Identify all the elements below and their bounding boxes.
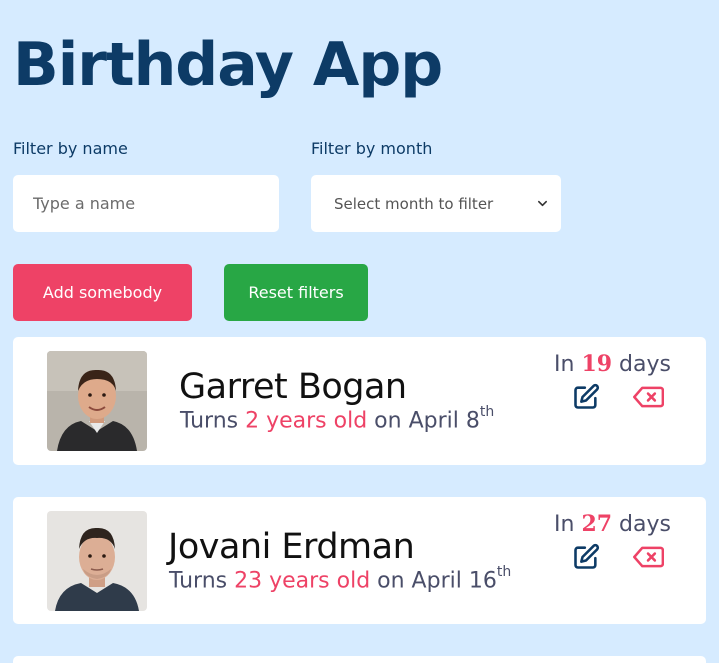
page: Birthday App Filter by name Filter by mo… <box>0 0 719 663</box>
date-text: on April 16 <box>370 568 497 594</box>
age-text: 23 years old <box>234 568 371 594</box>
days-count: 19 <box>581 351 613 377</box>
days-count: 27 <box>581 511 613 537</box>
days-suffix: days <box>612 512 671 537</box>
birthday-info: Turns 2 years old on April 8th <box>180 404 495 434</box>
age-text: 2 years old <box>245 408 368 434</box>
month-filter-select[interactable]: Select month to filter <box>311 175 561 232</box>
delete-icon[interactable] <box>632 383 664 411</box>
turns-prefix: Turns <box>169 568 235 594</box>
app-title: Birthday App <box>13 30 443 100</box>
reset-filters-button[interactable]: Reset filters <box>224 264 368 321</box>
person-card <box>13 656 706 663</box>
month-select-value: Select month to filter <box>334 194 494 213</box>
person-name: Jovani Erdman <box>168 527 415 567</box>
add-somebody-button[interactable]: Add somebody <box>13 264 192 321</box>
days-until: In 27 days <box>554 511 671 537</box>
days-prefix: In <box>554 352 582 377</box>
ordinal-suffix: th <box>496 564 512 580</box>
filter-name-label: Filter by name <box>13 139 128 158</box>
filter-month-label: Filter by month <box>311 139 433 158</box>
days-prefix: In <box>554 512 582 537</box>
name-filter-input[interactable] <box>13 175 279 232</box>
person-name: Garret Bogan <box>179 367 407 407</box>
avatar <box>47 511 147 611</box>
delete-icon[interactable] <box>632 543 664 571</box>
person-card: Garret Bogan Turns 2 years old on April … <box>13 337 706 465</box>
ordinal-suffix: th <box>479 404 495 420</box>
days-suffix: days <box>612 352 671 377</box>
date-text: on April 8 <box>367 408 480 434</box>
chevron-down-icon <box>538 200 547 207</box>
person-card: Jovani Erdman Turns 23 years old on Apri… <box>13 497 706 624</box>
edit-icon[interactable] <box>572 383 600 411</box>
birthday-info: Turns 23 years old on April 16th <box>169 564 512 594</box>
turns-prefix: Turns <box>180 408 246 434</box>
avatar <box>47 351 147 451</box>
days-until: In 19 days <box>554 351 671 377</box>
edit-icon[interactable] <box>572 543 600 571</box>
